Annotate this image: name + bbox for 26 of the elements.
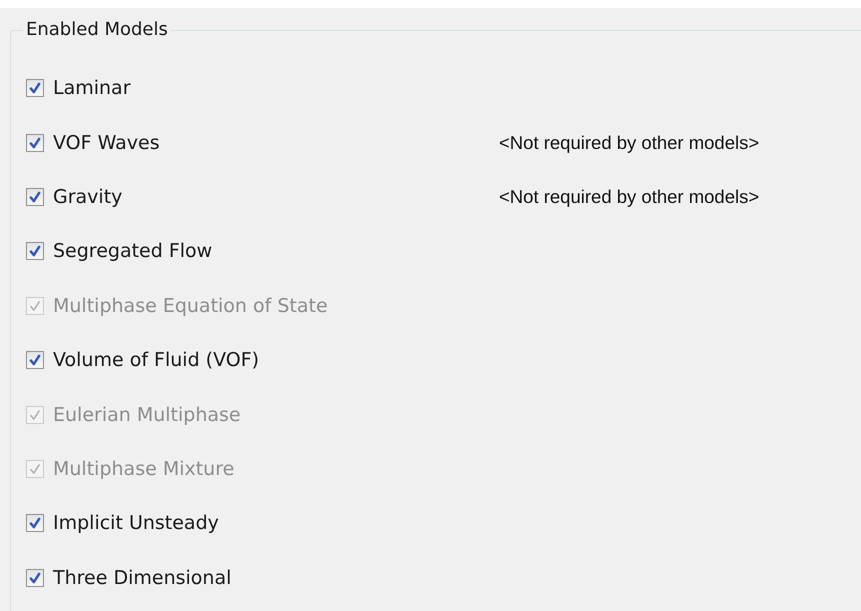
check-icon — [28, 516, 42, 530]
model-note: <Not required by other models> — [499, 186, 760, 208]
check-icon — [28, 570, 42, 585]
check-icon — [28, 136, 42, 150]
checkbox[interactable] — [26, 188, 44, 206]
checkbox[interactable] — [26, 514, 44, 532]
model-label: Gravity — [53, 186, 122, 208]
model-label: Laminar — [53, 77, 131, 100]
model-label: Volume of Fluid (VOF) — [53, 349, 260, 372]
model-label: Multiphase Mixture — [53, 458, 234, 480]
model-label: Multiphase Equation of State — [53, 294, 328, 317]
check-icon — [28, 244, 42, 258]
checkbox[interactable] — [26, 568, 44, 587]
checkbox[interactable] — [26, 351, 44, 370]
model-label: VOF Waves — [53, 132, 160, 154]
checkbox[interactable] — [26, 242, 44, 260]
model-label: Eulerian Multiphase — [53, 404, 241, 426]
model-label: Implicit Unsteady — [53, 512, 219, 534]
model-note: <Not required by other models> — [499, 132, 760, 154]
check-icon — [28, 190, 42, 204]
model-label: Three Dimensional — [53, 566, 232, 589]
check-icon — [28, 353, 42, 368]
checkbox[interactable] — [26, 79, 44, 98]
checkbox[interactable] — [26, 134, 44, 152]
model-label: Segregated Flow — [53, 240, 212, 262]
check-icon — [28, 81, 42, 96]
